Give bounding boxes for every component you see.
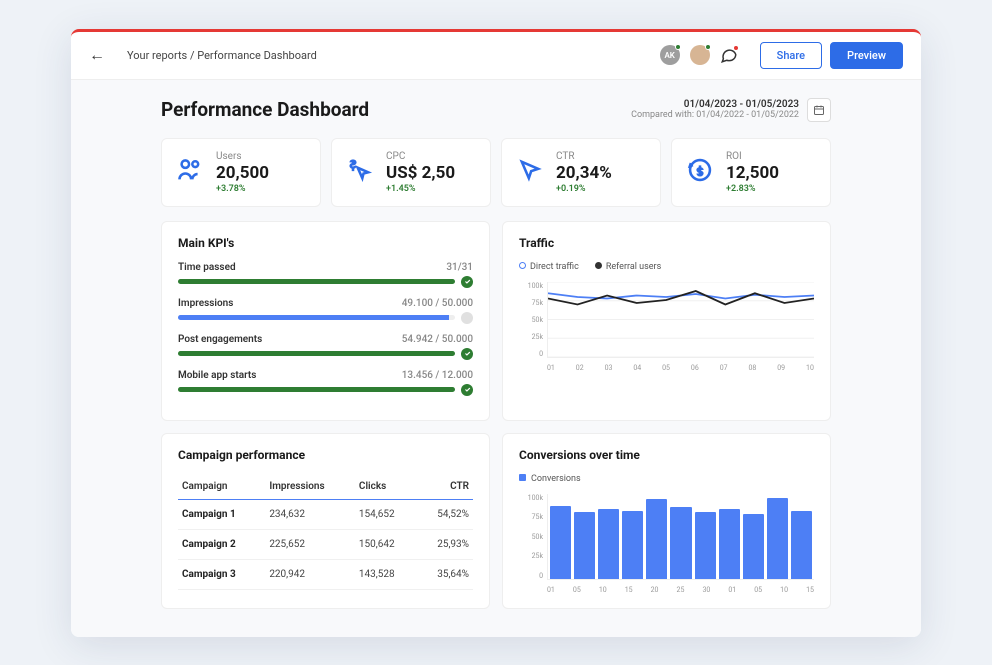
campaign-card: Campaign performance CampaignImpressions… bbox=[161, 433, 490, 609]
kpi-card-users[interactable]: Users 20,500 +3.78% bbox=[161, 138, 321, 207]
kpi-change: +2.83% bbox=[726, 184, 779, 194]
kpi-row-value: 49.100 / 50.000 bbox=[402, 298, 473, 309]
traffic-card: Traffic Direct traffic Referral users 10… bbox=[502, 221, 831, 421]
table-row[interactable]: Campaign 3220,942143,52835,64% bbox=[178, 559, 473, 589]
bar bbox=[646, 499, 667, 579]
progress-bar bbox=[178, 279, 455, 284]
main-kpi-row: Post engagements 54.942 / 50.000 bbox=[178, 334, 473, 360]
dollar-cursor-icon bbox=[346, 156, 374, 188]
compared-with: Compared with: 01/04/2022 - 01/05/2022 bbox=[631, 110, 799, 120]
legend-dot-blue bbox=[519, 262, 526, 269]
traffic-legend: Direct traffic Referral users bbox=[519, 262, 814, 272]
kpi-value: 12,500 bbox=[726, 163, 779, 183]
kpi-card-cursor[interactable]: CTR 20,34% +0.19% bbox=[501, 138, 661, 207]
bar bbox=[743, 514, 764, 579]
main-kpi-row: Impressions 49.100 / 50.000 bbox=[178, 298, 473, 324]
avatar-user2[interactable] bbox=[690, 45, 710, 65]
progress-bar bbox=[178, 387, 455, 392]
kpi-row-label: Post engagements bbox=[178, 334, 262, 345]
messages-icon[interactable] bbox=[720, 46, 738, 64]
conversions-chart: 100k75k50k25k0 0105101520253001051015 bbox=[519, 494, 814, 594]
kpi-card-dollar-circle[interactable]: ROI 12,500 +2.83% bbox=[671, 138, 831, 207]
avatars: AK bbox=[660, 45, 738, 65]
status-dot-online bbox=[675, 44, 681, 50]
page-title: Performance Dashboard bbox=[161, 98, 369, 121]
bar bbox=[719, 509, 740, 579]
card-title: Traffic bbox=[519, 236, 814, 250]
table-header[interactable]: Campaign bbox=[178, 474, 265, 500]
topbar: ← Your reports / Performance Dashboard A… bbox=[71, 32, 921, 80]
kpi-row: Users 20,500 +3.78% CPC US$ 2,50 +1.45% … bbox=[161, 138, 831, 207]
dollar-circle-icon bbox=[686, 156, 714, 188]
conversions-legend: Conversions bbox=[519, 474, 814, 484]
cursor-icon bbox=[516, 156, 544, 188]
kpi-row-value: 13.456 / 12.000 bbox=[402, 370, 473, 381]
bar bbox=[767, 498, 788, 579]
status-dot-online bbox=[705, 44, 711, 50]
kpi-row-value: 54.942 / 50.000 bbox=[402, 334, 473, 345]
kpi-row-label: Mobile app starts bbox=[178, 370, 256, 381]
progress-bar bbox=[178, 351, 455, 356]
kpi-card-dollar-cursor[interactable]: CPC US$ 2,50 +1.45% bbox=[331, 138, 491, 207]
bar bbox=[670, 507, 691, 578]
kpi-label: ROI bbox=[726, 151, 779, 162]
date-range: 01/04/2023 - 01/05/2023 bbox=[631, 99, 799, 110]
kpi-row-value: 31/31 bbox=[446, 262, 473, 273]
table-header[interactable]: Impressions bbox=[265, 474, 355, 500]
bar bbox=[622, 511, 643, 579]
kpi-label: CTR bbox=[556, 151, 612, 162]
share-button[interactable]: Share bbox=[760, 42, 822, 69]
card-title: Main KPI's bbox=[178, 236, 473, 250]
bar bbox=[574, 512, 595, 578]
kpi-row-label: Impressions bbox=[178, 298, 233, 309]
pending-icon bbox=[461, 312, 473, 324]
kpi-value: US$ 2,50 bbox=[386, 163, 455, 183]
conversions-card: Conversions over time Conversions 100k75… bbox=[502, 433, 831, 609]
main-kpi-row: Mobile app starts 13.456 / 12.000 bbox=[178, 370, 473, 396]
bar bbox=[550, 506, 571, 578]
kpi-value: 20,34% bbox=[556, 163, 612, 183]
breadcrumb[interactable]: Your reports / Performance Dashboard bbox=[127, 49, 660, 62]
card-title: Campaign performance bbox=[178, 448, 473, 462]
check-icon bbox=[461, 348, 473, 360]
notification-dot bbox=[733, 45, 739, 51]
main-kpi-row: Time passed 31/31 bbox=[178, 262, 473, 288]
campaign-table: CampaignImpressionsClicksCTR Campaign 12… bbox=[178, 474, 473, 590]
calendar-button[interactable] bbox=[807, 98, 831, 122]
kpi-label: Users bbox=[216, 151, 269, 162]
bar bbox=[791, 511, 812, 579]
table-row[interactable]: Campaign 1234,632154,65254,52% bbox=[178, 499, 473, 529]
kpi-label: CPC bbox=[386, 151, 455, 162]
table-header[interactable]: Clicks bbox=[355, 474, 417, 500]
avatar-ak[interactable]: AK bbox=[660, 45, 680, 65]
calendar-icon bbox=[813, 104, 825, 116]
main-kpis-card: Main KPI's Time passed 31/31 Impressions 4… bbox=[161, 221, 490, 421]
table-header[interactable]: CTR bbox=[417, 474, 473, 500]
preview-button[interactable]: Preview bbox=[830, 42, 903, 69]
check-icon bbox=[461, 384, 473, 396]
card-title: Conversions over time bbox=[519, 448, 814, 462]
back-button[interactable]: ← bbox=[89, 45, 105, 65]
progress-bar bbox=[178, 315, 449, 320]
bar bbox=[598, 509, 619, 579]
kpi-row-label: Time passed bbox=[178, 262, 236, 273]
table-row[interactable]: Campaign 2225,652150,64225,93% bbox=[178, 529, 473, 559]
kpi-value: 20,500 bbox=[216, 163, 269, 183]
users-icon bbox=[176, 156, 204, 188]
kpi-change: +3.78% bbox=[216, 184, 269, 194]
traffic-chart: 100k75k50k25k0 01020304050607080910 bbox=[519, 282, 814, 372]
kpi-change: +0.19% bbox=[556, 184, 612, 194]
legend-dot-black bbox=[595, 262, 602, 269]
legend-square-blue bbox=[519, 474, 526, 481]
kpi-change: +1.45% bbox=[386, 184, 455, 194]
check-icon bbox=[461, 276, 473, 288]
bar bbox=[695, 512, 716, 578]
